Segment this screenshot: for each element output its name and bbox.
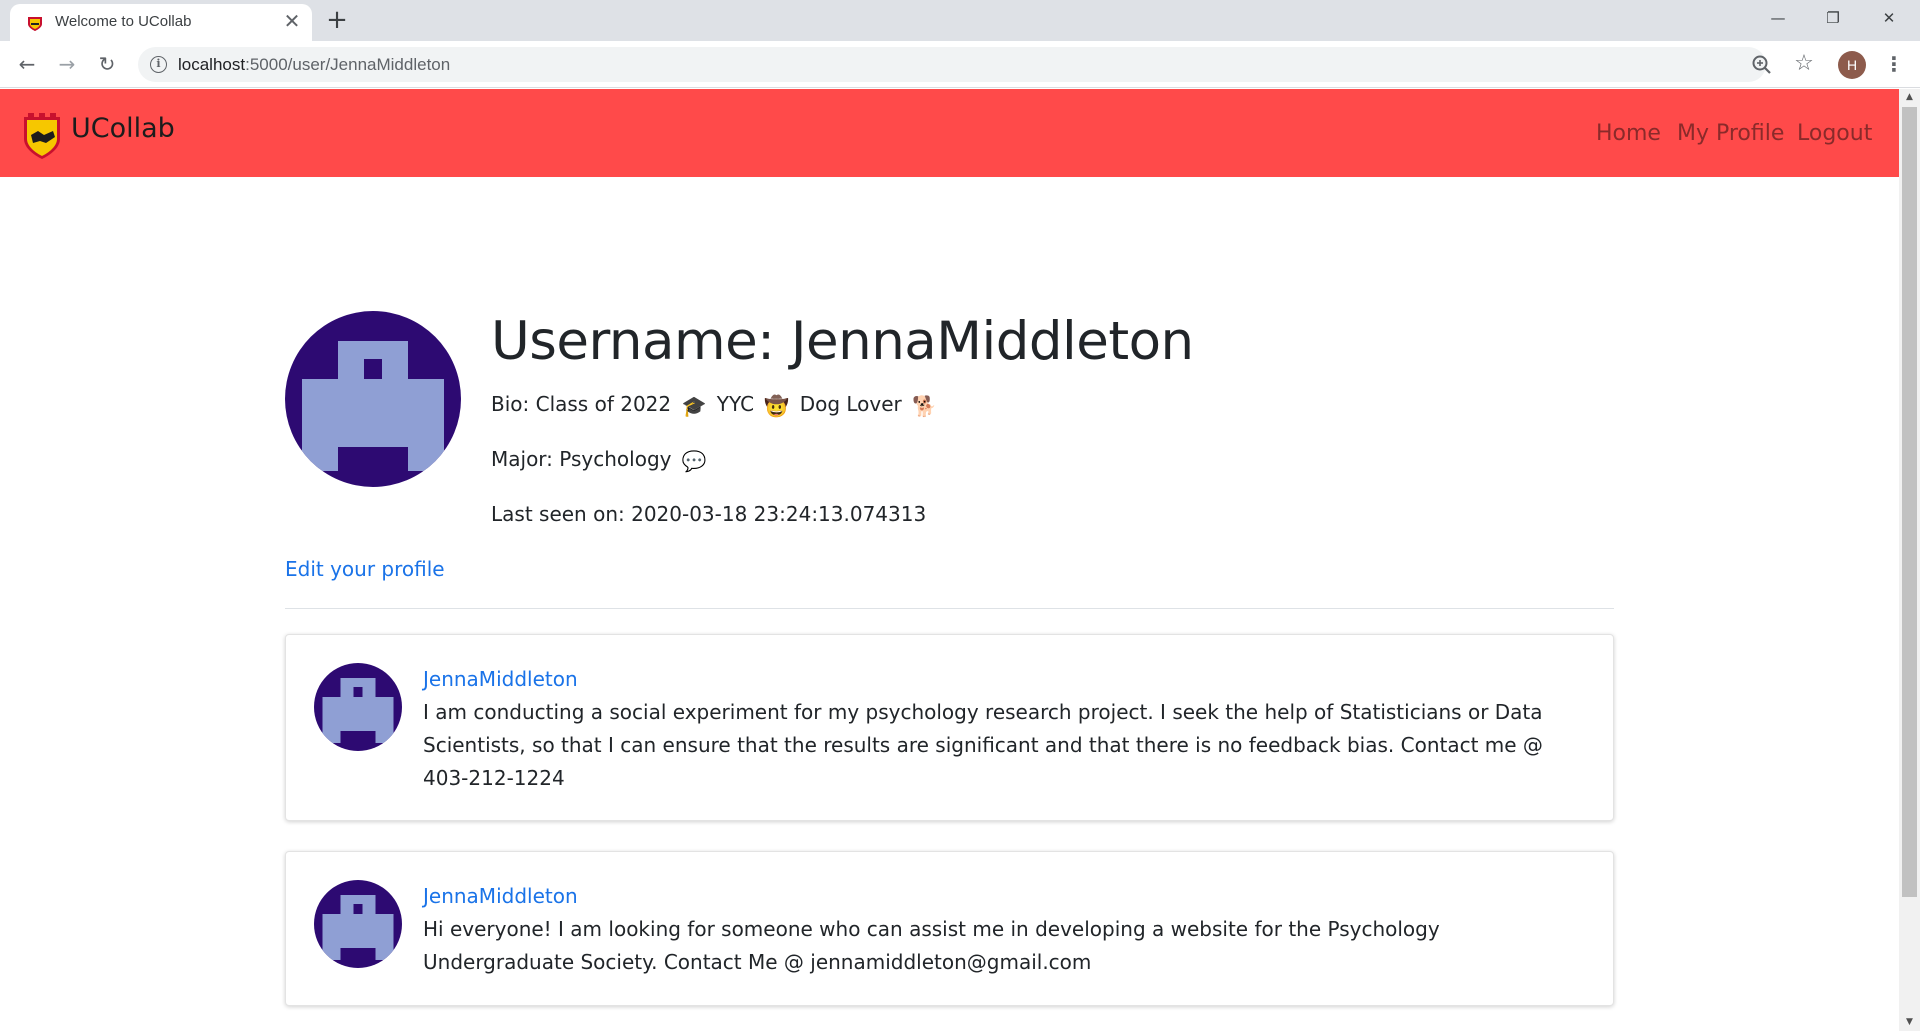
restore-icon[interactable]: ❐ <box>1810 0 1856 38</box>
post-author-avatar[interactable] <box>314 880 402 968</box>
page-viewport: UCollab Home My Profile Logout Username:… <box>0 89 1899 1031</box>
tab-close-icon[interactable]: ✕ <box>280 9 304 33</box>
forward-icon[interactable]: → <box>52 49 82 79</box>
ucollab-favicon-icon <box>28 17 42 31</box>
profile-major: Major: Psychology 💬 <box>491 447 707 473</box>
identicon-avatar-image <box>314 663 402 751</box>
identicon-avatar-image <box>285 311 461 487</box>
bookmark-star-icon[interactable]: ☆ <box>1790 50 1818 78</box>
post-card: JennaMiddleton I am conducting a social … <box>285 634 1614 821</box>
profile-username-heading: Username: JennaMiddleton <box>491 311 1194 372</box>
profile-last-seen: Last seen on: 2020-03-18 23:24:13.074313 <box>491 502 927 526</box>
window-close-icon[interactable]: ✕ <box>1866 0 1912 38</box>
section-divider <box>285 608 1614 609</box>
new-tab-icon[interactable]: + <box>322 6 352 36</box>
browser-profile-avatar[interactable]: H <box>1838 51 1866 79</box>
tab-title: Welcome to UCollab <box>55 13 192 30</box>
address-bar[interactable]: i localhost:5000/user/JennaMiddleton <box>138 47 1766 82</box>
post-card: JennaMiddleton Hi everyone! I am looking… <box>285 851 1614 1006</box>
site-info-icon[interactable]: i <box>150 56 167 73</box>
zoom-icon[interactable] <box>1748 51 1776 79</box>
post-author-avatar[interactable] <box>314 663 402 751</box>
back-icon[interactable]: ← <box>12 49 42 79</box>
nav-link-home[interactable]: Home <box>1596 121 1661 146</box>
browser-toolbar: ← → ↻ i localhost:5000/user/JennaMiddlet… <box>0 41 1920 88</box>
identicon-avatar-image <box>314 880 402 968</box>
post-body: I am conducting a social experiment for … <box>423 700 1543 790</box>
page-scrollbar[interactable]: ▲ ▼ <box>1899 89 1920 1031</box>
scroll-down-arrow-icon[interactable]: ▼ <box>1899 1014 1920 1031</box>
post-author-link[interactable]: JennaMiddleton <box>423 884 578 908</box>
nav-link-logout[interactable]: Logout <box>1797 121 1872 146</box>
brand-name[interactable]: UCollab <box>71 113 175 144</box>
profile-avatar <box>285 311 461 487</box>
post-body: Hi everyone! I am looking for someone wh… <box>423 917 1440 974</box>
speech-bubble-icon: 💬 <box>681 449 707 473</box>
scrollbar-thumb[interactable] <box>1902 107 1917 897</box>
cowboy-face-icon: 🤠 <box>764 394 790 418</box>
site-navbar: UCollab Home My Profile Logout <box>0 89 1899 177</box>
url-text[interactable]: localhost:5000/user/JennaMiddleton <box>178 55 450 75</box>
browser-tab[interactable]: Welcome to UCollab ✕ <box>10 4 312 41</box>
edit-profile-link[interactable]: Edit your profile <box>285 557 445 581</box>
reload-icon[interactable]: ↻ <box>92 49 122 79</box>
nav-link-my-profile[interactable]: My Profile <box>1677 121 1784 146</box>
post-author-link[interactable]: JennaMiddleton <box>423 667 578 691</box>
profile-bio: Bio: Class of 2022 🎓 YYC 🤠 Dog Lover 🐕 <box>491 392 938 418</box>
ucollab-logo-icon[interactable] <box>22 111 62 161</box>
browser-tab-strip: Welcome to UCollab ✕ + — ❐ ✕ <box>0 0 1920 41</box>
graduation-cap-icon: 🎓 <box>681 394 707 418</box>
minimize-icon[interactable]: — <box>1755 0 1801 38</box>
scroll-up-arrow-icon[interactable]: ▲ <box>1899 89 1920 106</box>
browser-menu-icon[interactable]: ⋮ <box>1880 50 1908 78</box>
dog-icon: 🐕 <box>912 394 938 418</box>
